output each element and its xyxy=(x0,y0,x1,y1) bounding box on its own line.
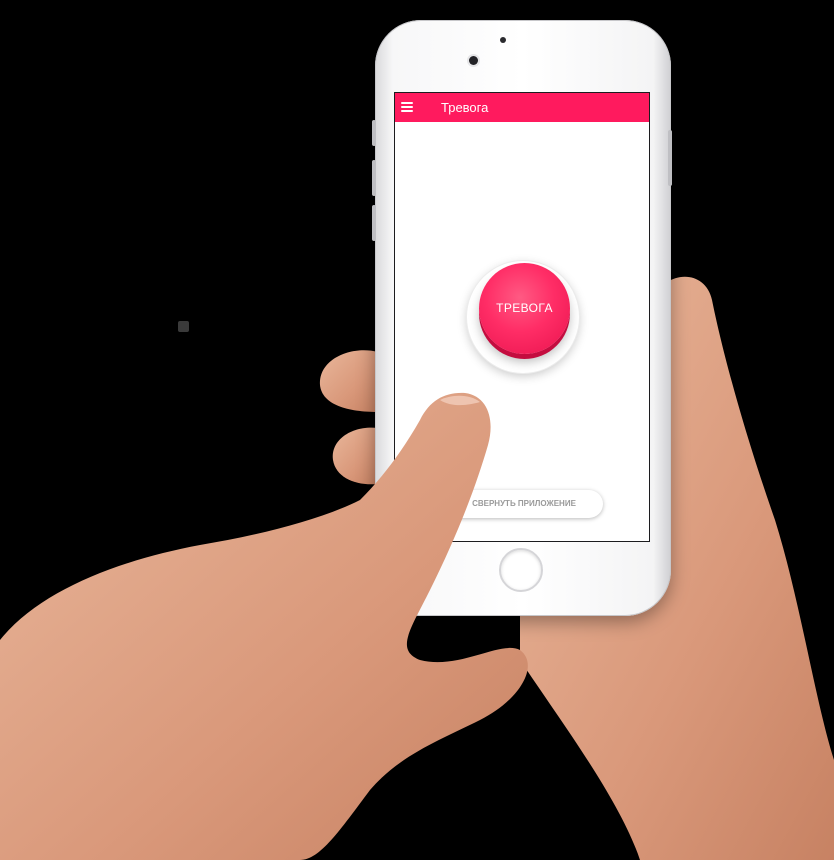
home-button[interactable] xyxy=(499,548,543,592)
power-button xyxy=(668,130,672,186)
alarm-button[interactable]: ТРЕВОГА xyxy=(479,263,570,354)
silent-switch xyxy=(372,120,376,146)
menu-icon-line xyxy=(401,106,413,108)
menu-icon-line xyxy=(401,110,413,112)
menu-icon-line xyxy=(401,102,413,104)
earpiece-speaker xyxy=(500,37,506,43)
volume-down-button xyxy=(372,205,376,241)
app-screen: Тревога ТРЕВОГА СВЕРНУТЬ ПРИЛОЖЕНИЕ xyxy=(394,92,650,542)
front-camera-icon xyxy=(469,56,478,65)
app-bar: Тревога xyxy=(395,93,649,122)
volume-up-button xyxy=(372,160,376,196)
decorative-square xyxy=(178,321,189,332)
hamburger-menu-icon[interactable] xyxy=(401,102,413,112)
scene: Тревога ТРЕВОГА СВЕРНУТЬ ПРИЛОЖЕНИЕ xyxy=(0,0,834,860)
minimize-app-button[interactable]: СВЕРНУТЬ ПРИЛОЖЕНИЕ xyxy=(445,490,603,518)
app-title: Тревога xyxy=(441,100,489,115)
